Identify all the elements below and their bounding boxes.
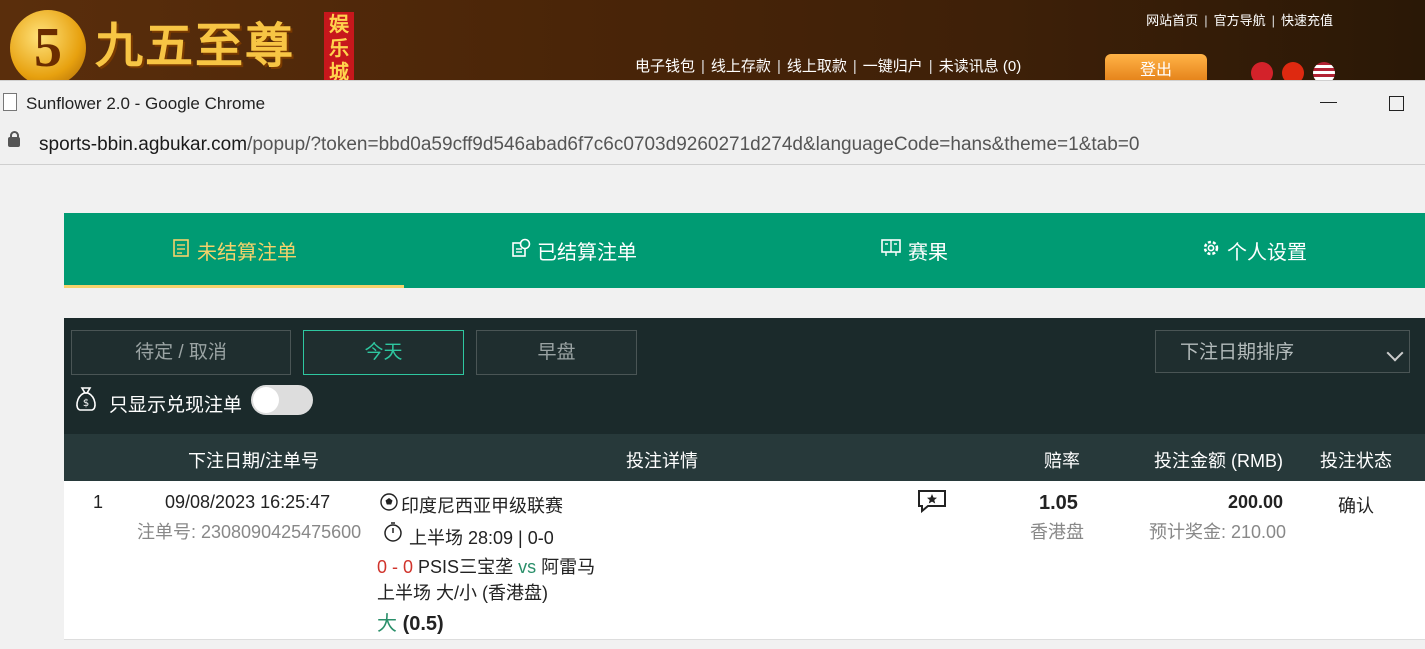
account-links: 电子钱包 | 线上存款 | 线上取款 | 一键归户 | 未读讯息 (0) <box>635 55 1021 76</box>
hk-flag-icon[interactable] <box>1251 62 1273 80</box>
bet-status: 确认 <box>1338 496 1374 516</box>
divider: | <box>852 58 857 75</box>
sort-select-value: 下注日期排序 <box>1180 342 1295 363</box>
cn-flag-icon[interactable] <box>1282 62 1304 80</box>
site-logo-text[interactable]: 九五至尊 <box>95 6 295 76</box>
live-status: 上半场 28:09 | 0-0 <box>409 528 554 548</box>
away-team: 阿雷马 <box>541 557 596 577</box>
toggle-knob[interactable] <box>253 387 279 413</box>
link-online-withdraw[interactable]: 线上取款 <box>787 58 847 75</box>
site-logo-icon[interactable]: 5 <box>10 10 86 80</box>
minimize-icon[interactable] <box>1320 102 1337 103</box>
page-icon <box>3 93 17 111</box>
filter-panel: 待定 / 取消 今天 早盘 下注日期排序 $ 只显示兑现注单 <box>64 318 1425 434</box>
tab-label: 未结算注单 <box>197 242 297 264</box>
stopwatch-icon <box>382 521 404 548</box>
window-title: Sunflower 2.0 - Google Chrome <box>26 94 266 113</box>
odds-value: 1.05 <box>1039 492 1078 514</box>
logout-button[interactable]: 登出 <box>1105 54 1207 80</box>
scoreboard-icon <box>880 238 902 264</box>
us-flag-icon[interactable] <box>1313 62 1335 80</box>
link-quick-deposit[interactable]: 快速充值 <box>1281 13 1333 28</box>
header-stake: 投注金额 (RMB) <box>1154 451 1283 471</box>
bet-datetime: 09/08/2023 16:25:47 <box>165 492 331 512</box>
link-online-deposit[interactable]: 线上存款 <box>711 58 771 75</box>
divider: | <box>776 58 781 75</box>
sort-select[interactable]: 下注日期排序 <box>1155 330 1410 373</box>
header-status: 投注状态 <box>1320 451 1392 471</box>
maximize-icon[interactable] <box>1389 96 1404 111</box>
link-home[interactable]: 网站首页 <box>1146 13 1198 28</box>
bet-number: 注单号: 2308090425475600 <box>137 522 362 542</box>
tab-results[interactable]: 赛果 <box>744 213 1084 288</box>
live-stream-icon[interactable] <box>916 488 948 519</box>
header-date-betno: 下注日期/注单号 <box>188 451 320 471</box>
divider: | <box>1271 13 1275 28</box>
selection-handicap: (0.5) <box>402 613 444 635</box>
tab-personal-settings[interactable]: 个人设置 <box>1084 213 1424 288</box>
lock-icon[interactable] <box>8 131 20 147</box>
money-bag-icon: $ <box>76 387 96 411</box>
stake-amount: 200.00 <box>1228 492 1284 512</box>
site-logo-tag: 娱乐城 <box>324 12 354 80</box>
home-team: PSIS三宝垄 <box>418 557 514 577</box>
tab-settled-bets[interactable]: 已结算注单 <box>404 213 744 288</box>
link-unread-messages[interactable]: 未读讯息 (0) <box>939 58 1022 75</box>
selection-line: 大 (0.5) <box>377 607 444 636</box>
tab-label: 个人设置 <box>1227 242 1307 264</box>
live-score: 0 - 0 <box>377 557 414 577</box>
tab-unsettled-bets[interactable]: 未结算注单 <box>64 213 404 288</box>
url-path: /popup/?token=bbd0a59cff9d546abad6f7c6c0… <box>247 134 1140 155</box>
row-index: 1 <box>93 492 104 512</box>
site-banner: 5 九五至尊 娱乐城 网站首页 | 官方导航 | 快速充值 电子钱包 | 线上存款 | 线上取款… <box>0 0 1425 80</box>
filter-pending-cancelled-button[interactable]: 待定 / 取消 <box>71 330 291 375</box>
odds-type: 香港盘 <box>1030 522 1084 542</box>
link-one-click-transfer[interactable]: 一键归户 <box>863 58 923 75</box>
market-name: 上半场 大/小 (香港盘) <box>377 583 548 603</box>
gear-icon <box>1201 238 1221 264</box>
address-bar[interactable]: sports-bbin.agbukar.com/popup/?token=bbd… <box>0 126 1425 165</box>
table-row: 1 09/08/2023 16:25:47 注单号: 2308090425475… <box>64 481 1425 640</box>
league-name: 印度尼西亚甲级联赛 <box>401 496 563 516</box>
cashout-only-toggle[interactable] <box>251 385 313 415</box>
filter-early-market-button[interactable]: 早盘 <box>476 330 637 375</box>
top-links: 网站首页 | 官方导航 | 快速充值 <box>1146 10 1333 29</box>
soccer-ball-icon <box>379 492 399 517</box>
url-host: sports-bbin.agbukar.com <box>39 134 248 155</box>
divider: | <box>928 58 933 75</box>
bets-table-header: 下注日期/注单号 投注详情 赔率 投注金额 (RMB) 投注状态 <box>64 434 1425 481</box>
tab-label: 赛果 <box>908 242 948 264</box>
potential-payout: 预计奖金: 210.00 <box>1149 522 1287 542</box>
match-line: 0 - 0 PSIS三宝垄 vs 阿雷马 <box>377 553 595 579</box>
vs-label: vs <box>518 557 537 577</box>
receipt-icon <box>171 238 191 264</box>
bet-nav-tabs: 未结算注单 已结算注单 赛果 个人设置 <box>64 213 1425 288</box>
tab-label: 已结算注单 <box>537 242 637 264</box>
url-text[interactable]: sports-bbin.agbukar.com/popup/?token=bbd… <box>39 134 1139 156</box>
divider: | <box>1204 13 1208 28</box>
browser-title-bar: Sunflower 2.0 - Google Chrome <box>0 80 1425 127</box>
filter-today-button[interactable]: 今天 <box>303 330 464 375</box>
chevron-down-icon <box>1386 344 1404 362</box>
divider: | <box>701 58 705 75</box>
selection: 大 <box>377 613 397 635</box>
link-official-nav[interactable]: 官方导航 <box>1214 13 1266 28</box>
svg-text:$: $ <box>83 398 89 409</box>
link-wallet[interactable]: 电子钱包 <box>635 58 695 75</box>
settled-icon <box>511 238 531 264</box>
cashout-only-label: 只显示兑现注单 <box>109 395 243 416</box>
header-odds: 赔率 <box>1044 451 1080 471</box>
header-bet-details: 投注详情 <box>626 451 698 471</box>
